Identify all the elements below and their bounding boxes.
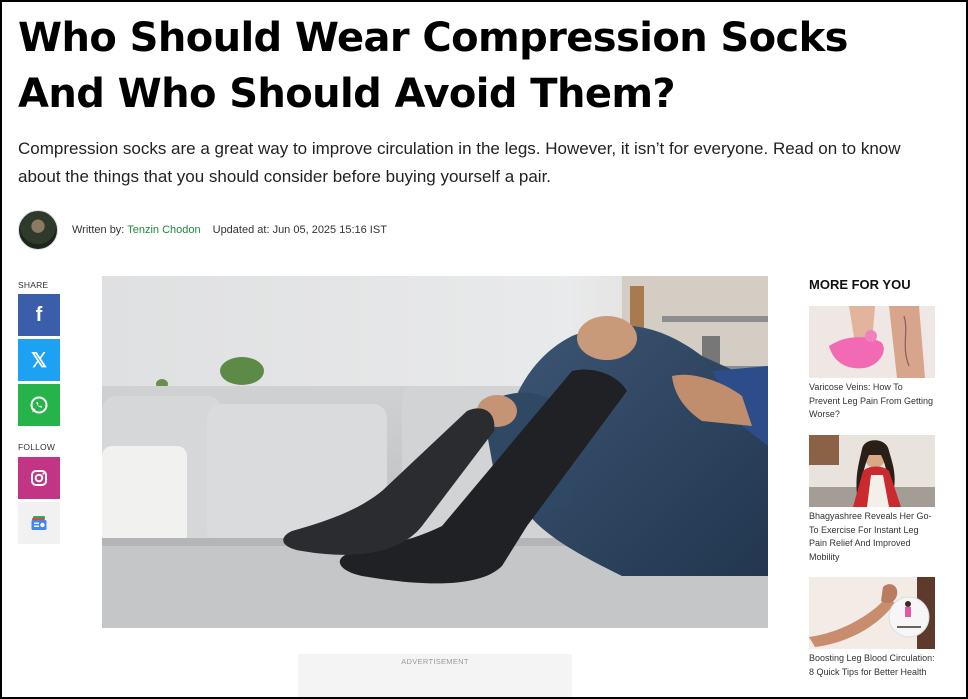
- whatsapp-share-button[interactable]: [18, 384, 60, 426]
- related-article-card[interactable]: Bhagyashree Reveals Her Go-To Exercise F…: [809, 435, 935, 564]
- hero-image: [102, 276, 768, 628]
- related-article-thumbnail[interactable]: [809, 435, 935, 507]
- facebook-share-button[interactable]: f: [18, 294, 60, 336]
- more-for-you-panel: MORE FOR YOU Varicose Veins: How To Prev…: [809, 276, 939, 677]
- compression-socks-photo: [102, 276, 768, 628]
- x-share-button[interactable]: 𝕏: [18, 339, 60, 381]
- article-meta: Written by: Tenzin Chodon Updated at: Ju…: [72, 224, 387, 236]
- leg-circulation-thumbnail-image: [809, 577, 935, 649]
- share-label: SHARE: [18, 280, 49, 290]
- related-article-card[interactable]: Boosting Leg Blood Circulation: 8 Quick …: [809, 577, 935, 679]
- byline: Written by: Tenzin Chodon: [72, 224, 201, 236]
- written-by-label: Written by:: [72, 224, 125, 236]
- related-article-title[interactable]: Boosting Leg Blood Circulation: 8 Quick …: [809, 652, 935, 679]
- related-article-title[interactable]: Varicose Veins: How To Prevent Leg Pain …: [809, 381, 935, 422]
- page-frame: Who Should Wear Compression Socks And Wh…: [0, 0, 968, 699]
- instagram-follow-button[interactable]: [18, 457, 60, 499]
- bhagyashree-thumbnail-image: [809, 435, 935, 507]
- updated-date: Jun 05, 2025 15:16 IST: [272, 224, 387, 236]
- author-avatar[interactable]: [18, 210, 58, 250]
- google-news-icon: [31, 516, 47, 530]
- whatsapp-icon: [30, 396, 48, 414]
- advertisement-slot: ADVERTISEMENT: [298, 654, 572, 697]
- author-row: Written by: Tenzin Chodon Updated at: Ju…: [18, 209, 387, 251]
- related-article-thumbnail[interactable]: [809, 577, 935, 649]
- google-news-follow-button[interactable]: [18, 502, 60, 544]
- more-for-you-title: MORE FOR YOU: [809, 277, 911, 292]
- article-title: Who Should Wear Compression Socks And Wh…: [18, 15, 848, 117]
- advertisement-label: ADVERTISEMENT: [401, 657, 469, 666]
- author-link[interactable]: Tenzin Chodon: [127, 224, 200, 236]
- related-article-title[interactable]: Bhagyashree Reveals Her Go-To Exercise F…: [809, 510, 935, 564]
- related-article-thumbnail[interactable]: [809, 306, 935, 378]
- updated-label: Updated at:: [212, 224, 270, 236]
- x-icon: 𝕏: [30, 349, 48, 372]
- related-article-card[interactable]: Varicose Veins: How To Prevent Leg Pain …: [809, 306, 935, 422]
- follow-label: FOLLOW: [18, 442, 56, 452]
- article-subtitle: Compression socks are a great way to imp…: [18, 139, 901, 186]
- instagram-icon: [31, 470, 47, 486]
- facebook-icon: f: [35, 303, 43, 326]
- updated-info: Updated at: Jun 05, 2025 15:16 IST: [213, 224, 387, 236]
- varicose-veins-thumbnail-image: [809, 306, 935, 378]
- share-sidebar: SHARE f 𝕏 FOLLOW: [18, 278, 60, 544]
